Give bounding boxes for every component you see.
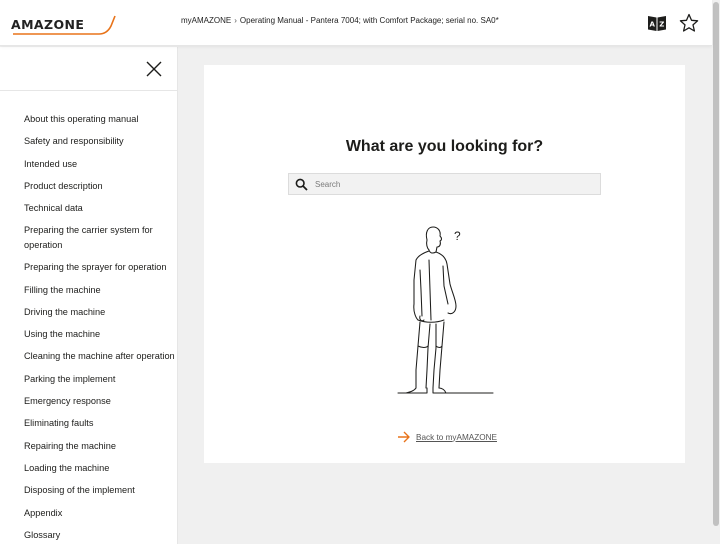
favorite-button[interactable] bbox=[679, 13, 699, 33]
sidebar-item[interactable]: Preparing the sprayer for operation bbox=[24, 260, 176, 275]
sidebar-item[interactable]: About this operating manual bbox=[24, 112, 176, 127]
close-sidebar-button[interactable] bbox=[145, 60, 163, 78]
search-icon bbox=[295, 177, 309, 191]
arrow-right-icon bbox=[398, 431, 410, 443]
chapter-menu: About this operating manual Safety and re… bbox=[24, 112, 176, 544]
scrollbar-thumb[interactable] bbox=[713, 2, 719, 526]
amazone-logo[interactable]: AMAZONE bbox=[11, 12, 116, 36]
search-box[interactable] bbox=[288, 173, 601, 195]
question-mark: ? bbox=[454, 229, 461, 243]
svg-text:Z: Z bbox=[659, 21, 664, 29]
close-icon bbox=[146, 61, 162, 77]
sidebar-divider bbox=[0, 90, 177, 91]
sidebar: About this operating manual Safety and re… bbox=[0, 47, 178, 544]
sidebar-item[interactable]: Loading the machine bbox=[24, 461, 176, 476]
svg-text:A: A bbox=[649, 21, 655, 29]
sidebar-item[interactable]: Filling the machine bbox=[24, 283, 176, 298]
page-title: What are you looking for? bbox=[345, 138, 544, 155]
sidebar-item[interactable]: Parking the implement bbox=[24, 372, 176, 387]
sidebar-item[interactable]: Using the machine bbox=[24, 327, 176, 342]
breadcrumb: myAMAZONE › Operating Manual - Pantera 7… bbox=[181, 16, 499, 25]
sidebar-item[interactable]: Eliminating faults bbox=[24, 416, 176, 431]
breadcrumb-root[interactable]: myAMAZONE bbox=[181, 16, 231, 25]
sidebar-item[interactable]: Glossary bbox=[24, 528, 176, 543]
page-scrollbar[interactable] bbox=[712, 0, 720, 544]
sidebar-item[interactable]: Product description bbox=[24, 179, 176, 194]
sidebar-item[interactable]: Cleaning the machine after operation bbox=[24, 349, 176, 364]
dictionary-button[interactable]: A Z bbox=[647, 13, 667, 33]
back-to-myamazone-link[interactable]: Back to myAMAZONE bbox=[397, 431, 497, 443]
star-icon bbox=[679, 13, 699, 32]
search-panel: What are you looking for? Search ? Back … bbox=[204, 65, 685, 463]
search-input[interactable] bbox=[315, 179, 595, 189]
sidebar-item[interactable]: Appendix bbox=[24, 506, 176, 521]
sidebar-item[interactable]: Repairing the machine bbox=[24, 439, 176, 454]
sidebar-item[interactable]: Emergency response bbox=[24, 394, 176, 409]
sidebar-item[interactable]: Safety and responsibility bbox=[24, 134, 176, 149]
thinking-person-illustration: ? bbox=[397, 226, 494, 394]
breadcrumb-current: Operating Manual - Pantera 7004; with Co… bbox=[239, 16, 499, 25]
dictionary-icon: A Z bbox=[648, 16, 666, 31]
sidebar-item[interactable]: Intended use bbox=[24, 157, 176, 172]
sidebar-item[interactable]: Technical data bbox=[24, 201, 176, 216]
top-header: AMAZONE myAMAZONE › Operating Manual - P… bbox=[0, 0, 712, 46]
sidebar-item[interactable]: Disposing of the implement bbox=[24, 483, 176, 498]
breadcrumb-separator: › bbox=[234, 16, 237, 25]
back-link-label: Back to myAMAZONE bbox=[416, 432, 497, 442]
sidebar-item[interactable]: Preparing the carrier system for operati… bbox=[24, 223, 176, 252]
sidebar-item[interactable]: Driving the machine bbox=[24, 305, 176, 320]
logo-swoosh bbox=[13, 15, 116, 35]
